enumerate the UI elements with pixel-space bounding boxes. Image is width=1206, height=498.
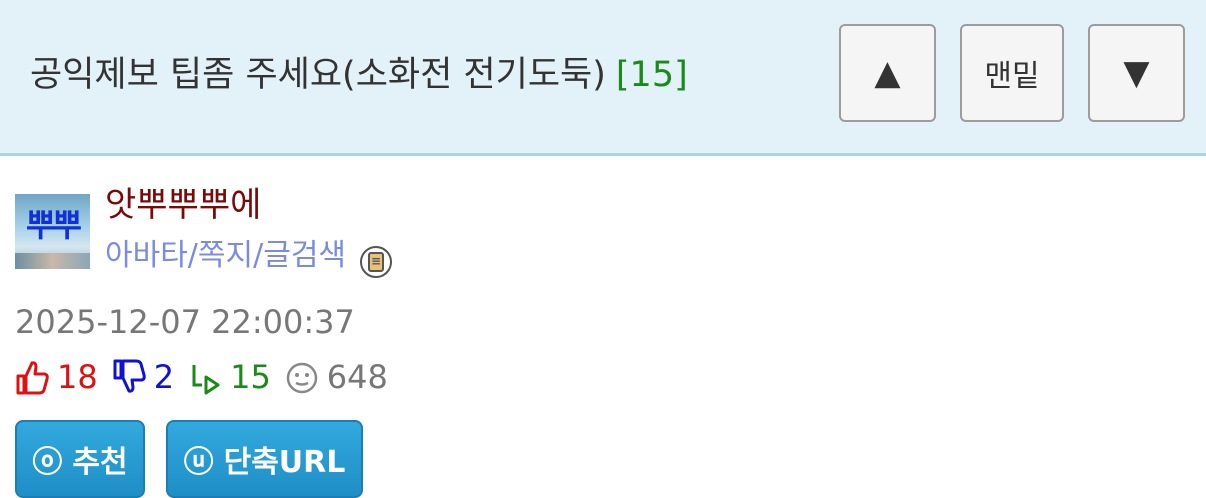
oppose-count: 2: [153, 358, 175, 396]
avatar-text: 뿌뿌: [26, 206, 82, 244]
reply-count: 15: [230, 358, 271, 396]
recommend-button[interactable]: ⓞ 추천: [15, 420, 145, 498]
post-title-text: 공익제보 팁좀 주세요(소화전 전기도둑): [30, 55, 606, 95]
post-title: 공익제보 팁좀 주세요(소화전 전기도둑) [15]: [30, 50, 688, 100]
url-circle-icon: ⓤ: [183, 445, 214, 480]
short-url-button[interactable]: ⓤ 단축URL: [166, 420, 363, 498]
short-url-button-label: 단축URL: [223, 445, 346, 480]
recommend-circle-icon: ⓞ: [32, 445, 63, 480]
recommend-count: 18: [57, 358, 98, 396]
author-links[interactable]: 아바타/쪽지/글검색: [105, 236, 346, 276]
post-datetime: 2025-12-07 22:00:37: [15, 303, 355, 341]
view-count: 648: [326, 358, 388, 396]
views-eye-icon: [286, 362, 318, 394]
avatar-image-strip: [15, 253, 90, 269]
thumbs-up-icon: [16, 361, 49, 395]
post-stats: 18 2 15 648: [15, 355, 402, 399]
scroll-up-button[interactable]: ▲: [839, 24, 936, 122]
scroll-down-button[interactable]: ▼: [1088, 24, 1185, 122]
author-nickname[interactable]: 앗뿌뿌뿌에: [105, 183, 261, 227]
thumbs-down-icon: [113, 359, 146, 393]
memo-note-icon: ≡: [368, 252, 384, 272]
avatar[interactable]: 뿌뿌: [15, 194, 90, 269]
post-header: 공익제보 팁좀 주세요(소화전 전기도둑) [15] ▲ 맨밑 ▼: [0, 0, 1206, 156]
recommend-button-label: 추천: [72, 445, 128, 480]
comment-count[interactable]: [15]: [616, 55, 688, 95]
reply-icon: [192, 365, 220, 395]
scroll-bottom-button[interactable]: 맨밑: [960, 24, 1064, 122]
memo-badge-icon[interactable]: ≡: [360, 246, 392, 278]
